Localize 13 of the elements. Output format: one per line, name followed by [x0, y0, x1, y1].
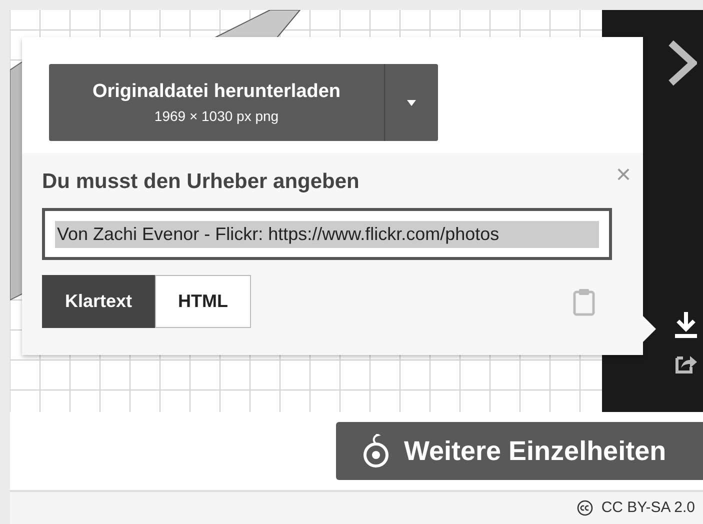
- clipboard-icon[interactable]: [573, 288, 595, 316]
- next-icon[interactable]: [667, 40, 697, 86]
- caret-icon: [407, 100, 416, 106]
- details-button[interactable]: Weitere Einzelheiten: [336, 422, 703, 480]
- license-text: CC BY-SA 2.0: [601, 498, 695, 518]
- download-button[interactable]: Originaldatei herunterladen 1969 × 1030 px png: [49, 64, 385, 141]
- format-tab[interactable]: HTML: [155, 275, 252, 328]
- format-tab[interactable]: Klartext: [42, 275, 156, 328]
- attribution-heading: Du musst den Urheber angeben: [42, 169, 360, 194]
- share-icon[interactable]: [675, 354, 697, 374]
- download-icon[interactable]: [675, 312, 697, 338]
- attribution-field[interactable]: Von Zachi Evenor - Flickr: https://www.flickr.com/photos: [42, 208, 612, 260]
- cc-icon: [577, 500, 594, 516]
